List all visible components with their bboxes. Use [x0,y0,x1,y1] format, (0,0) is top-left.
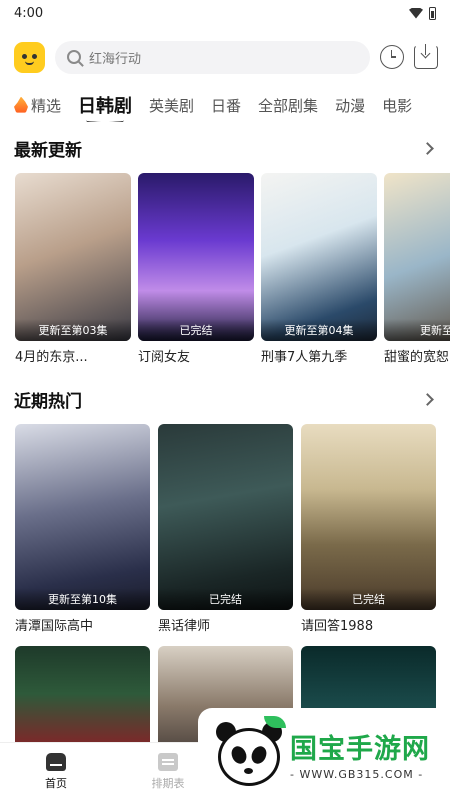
watermark-title: 国宝手游网 [290,734,430,765]
media-card[interactable]: 更新至第03集 4月的东京... [15,173,131,365]
chevron-right-icon[interactable] [421,142,434,155]
status-bar: 4:00 [0,0,450,26]
search-placeholder: 红海行动 [89,51,142,67]
battery-icon [429,6,436,20]
calendar-icon [158,752,178,771]
nav-home[interactable]: 首页 [0,743,112,800]
search-input[interactable]: 红海行动 [55,40,370,74]
tab-all-series[interactable]: 全部剧集 [258,95,318,116]
flame-icon [14,96,28,113]
episode-badge: 更新至第 [384,319,450,341]
episode-badge: 已完结 [158,588,293,610]
poster-image: 更新至第10集 [15,424,150,610]
latest-row: 更新至第03集 4月的东京... 已完结 订阅女友 更新至第04集 刑事7人第九… [0,173,450,365]
episode-badge: 更新至第10集 [15,588,150,610]
poster-image: 已完结 [301,424,436,610]
app-header: 红海行动 [0,26,450,88]
card-title: 刑事7人第九季 [261,350,348,365]
media-card[interactable]: 已完结 订阅女友 [138,173,254,365]
card-title: 请回答1988 [301,619,374,634]
card-title: 甜蜜的宽恕 [384,350,450,365]
status-icons [409,6,436,20]
card-title: 4月的东京... [15,350,88,365]
hot-row: 更新至第10集 清潭国际高中 已完结 黑话律师 已完结 请回答1988 [0,424,450,634]
tab-animation[interactable]: 动漫 [335,95,365,116]
episode-badge: 已完结 [138,319,254,341]
poster-image: 已完结 [138,173,254,341]
poster-image: 更新至第03集 [15,173,131,341]
section-title: 近期热门 [14,392,82,412]
tab-movies[interactable]: 电影 [382,95,412,116]
poster-image: 已完结 [158,424,293,610]
media-card[interactable]: 更新至第04集 刑事7人第九季 [261,173,377,365]
section-title: 最新更新 [14,141,82,161]
poster-image: 更新至第 [384,173,450,341]
tab-featured[interactable]: 精选 [14,95,61,116]
card-title: 订阅女友 [138,350,191,365]
app-logo-icon[interactable] [14,41,45,73]
download-icon[interactable] [414,44,438,69]
card-title: 黑话律师 [158,619,211,634]
site-watermark: 国宝手游网 - WWW.GB315.COM - [198,708,450,800]
status-time: 4:00 [14,5,44,21]
chevron-right-icon[interactable] [421,393,434,406]
episode-badge: 更新至第04集 [261,319,377,341]
media-card[interactable]: 更新至第10集 清潭国际高中 [15,424,150,634]
nav-schedule-label: 排期表 [151,776,185,790]
card-title: 清潭国际高中 [15,619,94,634]
category-tabs: 精选 日韩剧 英美剧 日番 全部剧集 动漫 电影 [0,88,450,122]
latest-section-header: 最新更新 [0,136,450,161]
episode-badge: 更新至第03集 [15,319,131,341]
search-icon [67,50,81,64]
media-card[interactable]: 更新至第 甜蜜的宽恕 [384,173,450,365]
home-icon [46,752,66,771]
panda-logo-icon [212,716,286,790]
tab-anime-jp[interactable]: 日番 [211,95,241,116]
wifi-icon [409,7,423,19]
nav-home-label: 首页 [45,776,67,790]
watermark-url: - WWW.GB315.COM - [290,768,424,781]
tab-us-uk-drama[interactable]: 英美剧 [149,95,194,116]
history-clock-icon[interactable] [380,45,404,69]
media-card[interactable]: 已完结 请回答1988 [301,424,436,634]
tab-jk-drama[interactable]: 日韩剧 [78,92,132,118]
episode-badge: 已完结 [301,588,436,610]
media-card[interactable]: 已完结 黑话律师 [158,424,293,634]
hot-section-header: 近期热门 [0,387,450,412]
poster-image: 更新至第04集 [261,173,377,341]
